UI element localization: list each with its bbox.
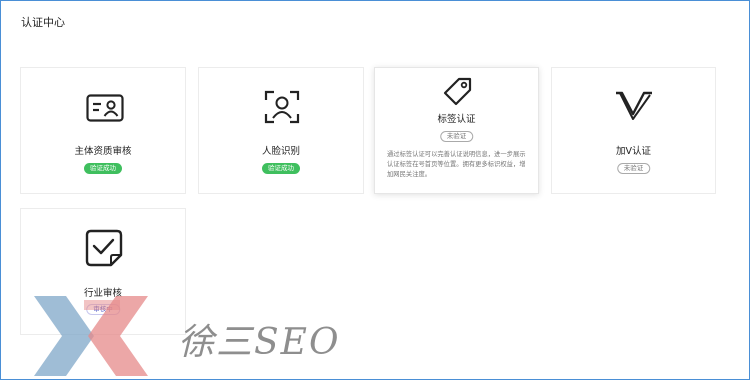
checkbox-document-icon (85, 229, 123, 267)
status-badge: 未验证 (439, 131, 474, 142)
watermark-text: 徐三SEO (178, 322, 341, 363)
card-tag-verification[interactable]: 标签认证 未验证 通过标签认证可以完善认证说明信息，进一步展示认证标签在号首页等… (374, 67, 539, 194)
id-card-icon (86, 94, 124, 122)
card-description: 通过标签认证可以完善认证说明信息，进一步展示认证标签在号首页等位置。拥有更多标识… (387, 151, 526, 178)
v-badge-icon (616, 91, 652, 120)
card-name: 主体资质审核 (74, 146, 132, 157)
face-scan-icon (264, 90, 300, 124)
card-v-verification[interactable]: 加V认证 未验证 (551, 67, 716, 194)
tag-icon (443, 77, 472, 106)
card-name: 加V认证 (616, 146, 651, 157)
card-name: 人脸识别 (261, 146, 300, 157)
page-title: 认证中心 (21, 16, 65, 29)
status-badge: 验证成功 (84, 163, 122, 174)
status-badge: 验证成功 (262, 163, 300, 174)
card-entity-qualification[interactable]: 主体资质审核 验证成功 (20, 67, 186, 194)
card-face-recognition[interactable]: 人脸识别 验证成功 (198, 67, 364, 194)
status-badge: 未验证 (616, 163, 651, 174)
card-name: 标签认证 (437, 114, 476, 125)
